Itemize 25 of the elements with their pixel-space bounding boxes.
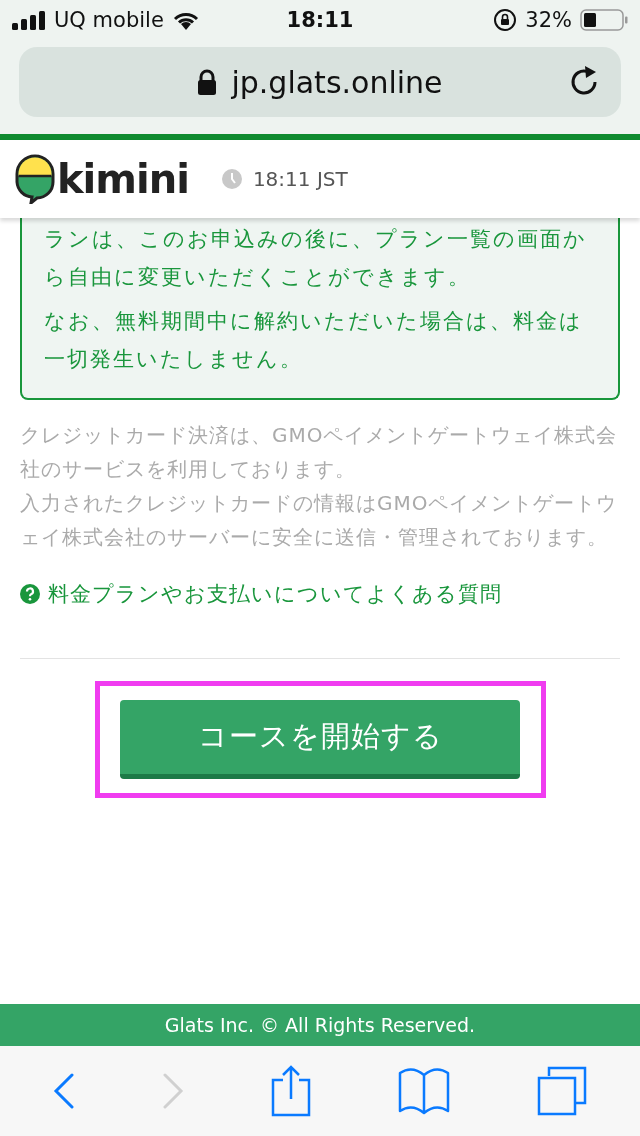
payment-info-text: 入力されたクレジットカードの情報はGMOペイメントゲートウェイ株式会社のサーバーに安全に送信・管理されております。: [20, 490, 619, 551]
address-bar[interactable]: jp.glats.online: [19, 47, 621, 117]
status-time: 18:11: [286, 8, 354, 32]
share-icon[interactable]: [271, 1065, 311, 1117]
url-text: jp.glats.online: [231, 64, 443, 100]
faq-link[interactable]: 料金プランやお支払いについてよくある質問: [20, 580, 502, 608]
signal-icon: [12, 10, 46, 30]
notice-text: ランは、このお申込みの後に、プラン一覧の画面から自由に変更いただくことができます。: [44, 226, 588, 291]
battery-percent: 32%: [525, 8, 572, 32]
back-icon[interactable]: [53, 1073, 76, 1109]
book-icon[interactable]: [397, 1067, 450, 1115]
lock-icon: [197, 69, 218, 95]
clock-icon: [220, 168, 243, 190]
copyright-text: Glats Inc. © All Rights Reserved.: [164, 1014, 476, 1036]
clock-time: 18:11 JST: [252, 167, 348, 191]
battery-icon: [580, 8, 628, 32]
logo-text[interactable]: kimini: [57, 156, 189, 202]
help-icon: [20, 584, 40, 604]
notice-text: なお、無料期間中に解約いただいた場合は、料金は一切発生いたしません。: [44, 308, 584, 373]
kimini-logo-icon: [15, 154, 55, 204]
wifi-icon: [171, 10, 200, 30]
tabs-icon[interactable]: [536, 1066, 587, 1116]
payment-info-text: クレジットカード決済は、GMOペイメントゲートウェイ株式会社のサービスを利用しております。: [20, 422, 619, 483]
carrier-name: UQ mobile: [54, 8, 164, 32]
rotation-lock-icon: [493, 8, 518, 32]
